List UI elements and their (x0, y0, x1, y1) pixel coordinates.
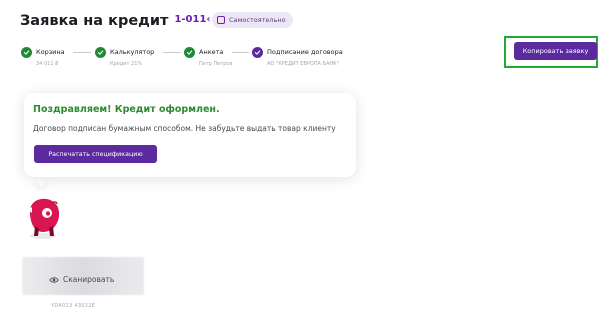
page-title: Заявка на кредит (20, 13, 169, 29)
check-circle-icon (252, 47, 263, 58)
step-sub: 34 011 ₽ (36, 61, 59, 67)
mode-badge-label: Самостоятельно (229, 16, 286, 24)
print-specification-button[interactable]: Распечатать спецификацию (34, 145, 157, 163)
step-label: Корзина (36, 48, 65, 56)
step-connector (232, 52, 249, 53)
edit-icon (217, 16, 225, 24)
scan-code: YD4013 43022E (51, 303, 96, 309)
step-sub: Петр Петров (199, 61, 233, 67)
page-header: Заявка на кредит 1-011‹ (20, 10, 211, 32)
application-number: 1-011‹ (174, 13, 211, 25)
notice-title: Поздравляем! Кредит оформлен. (33, 104, 220, 115)
mode-badge[interactable]: Самостоятельно (212, 12, 293, 28)
check-circle-icon (21, 47, 32, 58)
scan-button[interactable]: Сканировать (49, 275, 114, 284)
step-label: Анкета (199, 48, 224, 56)
scan-label: Сканировать (63, 275, 115, 284)
step-label: Подписание договора (267, 48, 343, 56)
step-sub: Кредит 21% (110, 61, 143, 67)
eye-icon (49, 276, 59, 283)
notice-card: Поздравляем! Кредит оформлен. Договор по… (24, 93, 356, 177)
step-connector (163, 52, 181, 53)
check-circle-icon (184, 47, 195, 58)
mascot-icon (28, 198, 60, 239)
notice-text: Договор подписан бумажным способом. Не з… (33, 124, 336, 133)
copy-application-button[interactable]: Копировать заявку (514, 42, 597, 60)
step-label: Калькулятор (110, 48, 155, 56)
step-sub: АО "КРЕДИТ ЕВРОПА БАНК" (267, 61, 340, 67)
step-connector (73, 52, 91, 53)
check-circle-icon (95, 47, 106, 58)
